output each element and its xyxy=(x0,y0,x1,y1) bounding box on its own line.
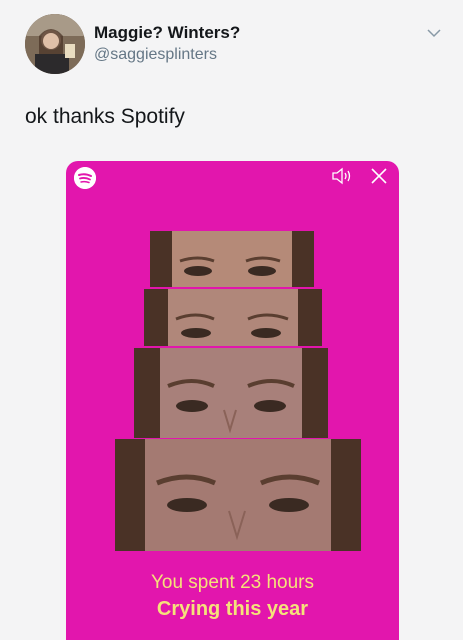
tweet-header: Maggie? Winters? @saggiesplinters xyxy=(0,0,463,90)
face-photo-1 xyxy=(150,231,314,287)
user-handle[interactable]: @saggiesplinters xyxy=(94,46,217,64)
spotify-story-image[interactable]: You spent 23 hours Crying this year xyxy=(66,161,399,640)
story-caption-crying: Crying this year xyxy=(156,598,309,620)
tweet-page: Maggie? Winters? @saggiesplinters ok tha… xyxy=(0,0,463,640)
spotify-logo-icon xyxy=(74,167,96,189)
close-icon[interactable] xyxy=(369,166,389,186)
face-photo-3 xyxy=(134,348,328,438)
avatar[interactable] xyxy=(25,14,85,74)
chevron-down-icon[interactable] xyxy=(426,26,442,40)
face-photo-2 xyxy=(144,289,322,346)
tweet-text: ok thanks Spotify xyxy=(25,105,185,128)
speaker-icon[interactable] xyxy=(330,165,354,187)
display-name[interactable]: Maggie? Winters? xyxy=(94,23,240,43)
face-photo-4 xyxy=(115,439,361,551)
story-caption-hours: You spent 23 hours xyxy=(150,572,315,593)
